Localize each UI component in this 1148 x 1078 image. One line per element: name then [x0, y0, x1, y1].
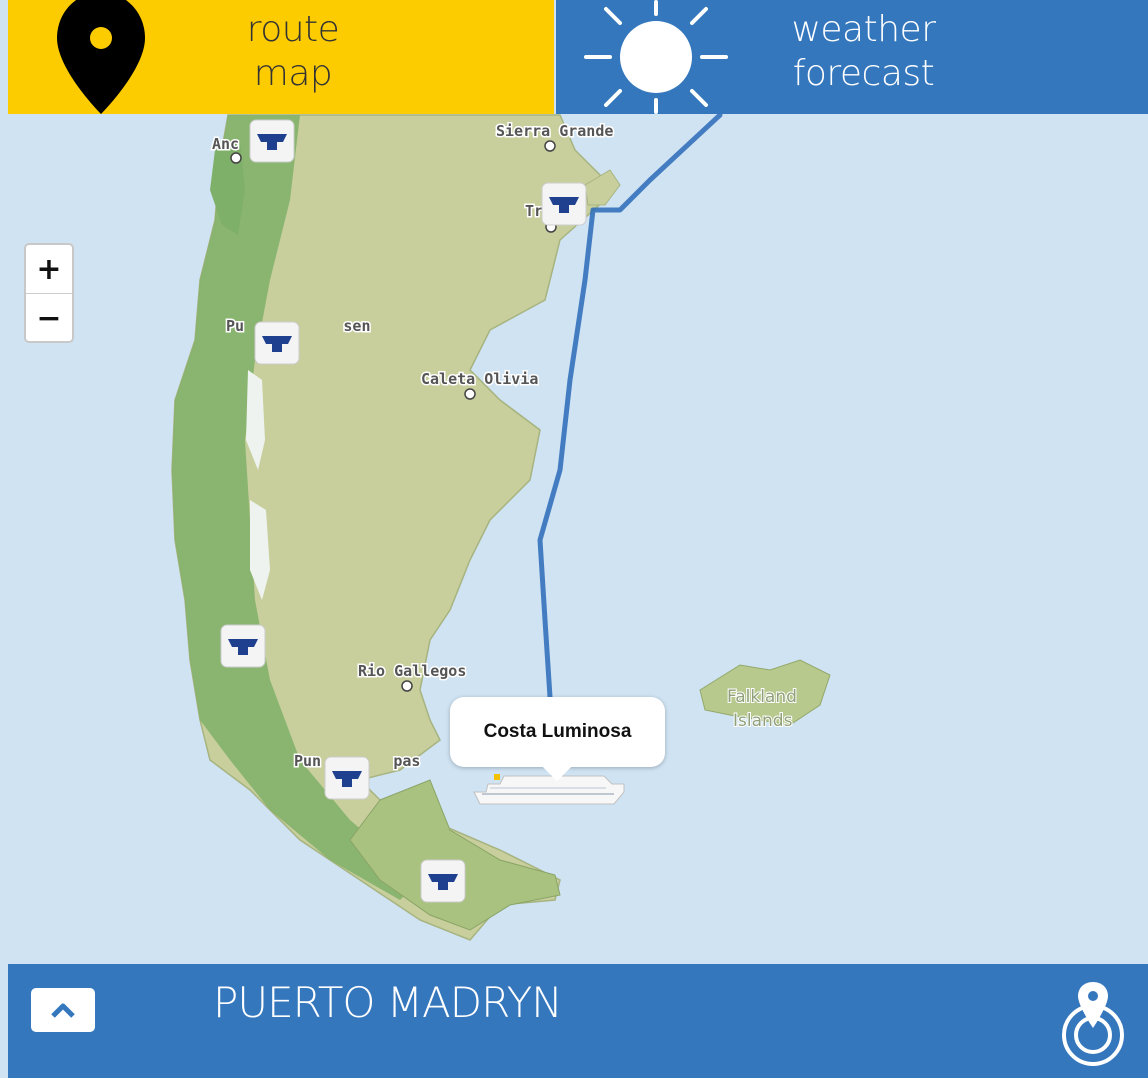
zoom-out-button[interactable]: − [26, 293, 72, 341]
place-label-caleta-olivia: Caleta Olivia [421, 370, 538, 388]
ship-popup[interactable]: Costa Luminosa [450, 697, 665, 782]
port-marker-laguna-san-rafael[interactable] [220, 624, 266, 668]
map-pin-icon [57, 0, 145, 114]
place-label-trelew: Tr [525, 202, 543, 220]
zoom-control: + − [24, 243, 74, 343]
place-dot [401, 680, 413, 692]
place-label-ancud: Anc [212, 135, 239, 153]
place-dot [544, 140, 556, 152]
locate-target-icon[interactable] [1058, 978, 1128, 1068]
tab-weather-forecast[interactable]: weather forecast [556, 0, 1148, 114]
tab-weather-forecast-label: weather forecast [791, 9, 936, 94]
tab-route-map[interactable]: route map [8, 0, 554, 114]
place-label-sierra-grande: Sierra Grande [496, 122, 613, 140]
port-name: PUERTO MADRYN [213, 978, 563, 1027]
cruise-ship-icon[interactable] [473, 774, 625, 805]
ship-name: Costa Luminosa [483, 721, 632, 742]
place-label-islands: Islands [733, 711, 793, 731]
place-dot [230, 152, 242, 164]
port-marker-punta-arenas[interactable] [324, 756, 370, 800]
zoom-in-button[interactable]: + [26, 245, 72, 293]
port-footer-bar: PUERTO MADRYN [8, 964, 1148, 1078]
port-marker-ancud[interactable] [249, 119, 295, 163]
map-canvas[interactable]: Sierra Grande Tr Anc Pu sen Caleta Olivi… [0, 0, 1148, 1078]
port-marker-ushuaia[interactable] [420, 859, 466, 903]
port-marker-puerto-madryn[interactable] [541, 182, 587, 226]
place-label-rio-gallegos: Rio Gallegos [358, 662, 466, 680]
place-dot [464, 388, 476, 400]
chevron-up-icon [51, 1003, 75, 1018]
tab-route-map-label: route map [246, 9, 340, 94]
sun-icon [584, 0, 728, 114]
port-marker-puerto-aysen[interactable] [254, 321, 300, 365]
expand-button[interactable] [31, 988, 95, 1032]
place-label-falkland: Falkland [727, 687, 797, 707]
